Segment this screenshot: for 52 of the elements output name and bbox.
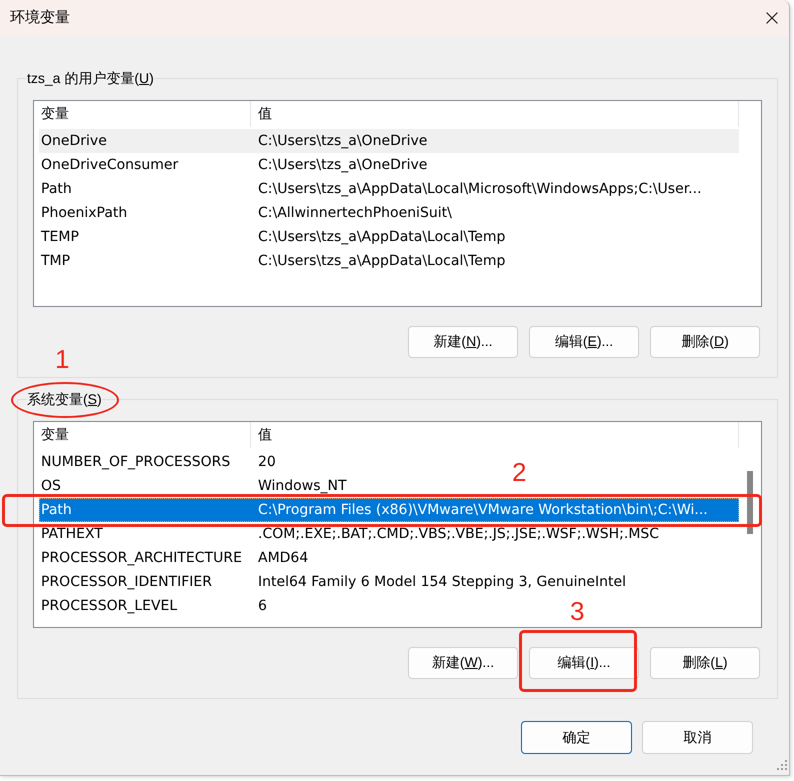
column-header[interactable]: 变量 (34, 101, 251, 127)
list-box[interactable] (33, 421, 762, 628)
ok-button[interactable]: 确定 (521, 721, 632, 754)
scrollbar-thumb[interactable] (747, 471, 753, 534)
list-box[interactable] (33, 100, 762, 307)
table-cell-text: C:\Users\tzs_a\AppData\Local\Temp (257, 252, 506, 271)
table-cell-text: OneDriveConsumer (40, 156, 180, 175)
new-button[interactable]: 新建(N)... (408, 326, 518, 358)
column-header[interactable]: 值 (251, 422, 739, 448)
table-cell-text: AMD64 (257, 549, 308, 568)
annotation-number: 3 (570, 598, 584, 624)
window-title: 环境变量 (10, 8, 70, 28)
table-cell-text: .COM;.EXE;.BAT;.CMD;.VBS;.VBE;.JS;.JSE;.WSF;.WSH;.MSC (257, 525, 660, 544)
table-cell-text: C:\Program Files (x86)\VMware\VMware Workstation\bin\;C:\Wi... (257, 501, 708, 520)
table-cell-text: 6 (257, 597, 267, 616)
table-cell-text: OneDrive (40, 132, 108, 151)
annotation-number: 1 (55, 346, 70, 372)
delete-button[interactable]: 删除(D) (650, 326, 760, 358)
table-cell-text: PROCESSOR_ARCHITECTURE (40, 549, 243, 568)
column-header[interactable]: 值 (251, 101, 739, 127)
table-cell-text: PROCESSOR_LEVEL (40, 597, 178, 616)
table-cell-text: TMP (40, 252, 72, 271)
table-cell-text: PROCESSOR_IDENTIFIER (40, 573, 213, 592)
table-cell-text: C:\Users\tzs_a\AppData\Local\Temp (257, 228, 506, 247)
table-cell-text: PATHEXT (40, 525, 104, 544)
table-cell-text: C:\Users\tzs_a\OneDrive (257, 156, 428, 175)
close-icon (766, 12, 778, 24)
table-cell-text: PhoenixPath (40, 204, 128, 223)
table-cell-text: 20 (257, 453, 276, 472)
cancel-button[interactable]: 取消 (642, 721, 753, 754)
table-cell-text: NUMBER_OF_PROCESSORS (40, 453, 232, 472)
column-header[interactable]: 变量 (34, 422, 251, 448)
group-label: tzs_a 的用户变量(U) (27, 69, 154, 87)
table-cell-text: Windows_NT (257, 477, 347, 496)
selected-row[interactable]: Path C:\Program Files (x86)\VMware\VMware Workstation\bin\;C:\Wi... (39, 498, 739, 522)
table-cell-text: OS (40, 477, 62, 496)
table-cell-text: C:\AllwinnertechPhoeniSuit\ (257, 204, 452, 223)
group-label: 系统变量(S) (27, 390, 102, 408)
table-cell-text: Path (40, 180, 73, 199)
annotation-number: 2 (512, 459, 526, 485)
delete-button[interactable]: 删除(L) (650, 647, 760, 679)
selected-row[interactable]: OneDrive C:\Users\tzs_a\OneDrive (39, 129, 739, 153)
edit-button[interactable]: 编辑(E)... (529, 326, 639, 358)
table-cell-text: C:\Users\tzs_a\AppData\Local\Microsoft\WindowsApps;C:\User... (257, 180, 702, 199)
table-cell-text: Intel64 Family 6 Model 154 Stepping 3, GenuineIntel (257, 573, 626, 592)
new-button[interactable]: 新建(W)... (408, 647, 518, 679)
close-button[interactable] (766, 12, 778, 24)
edit-button[interactable]: 编辑(I)... (529, 647, 639, 679)
table-cell-text: C:\Users\tzs_a\OneDrive (257, 132, 428, 151)
resize-grip-icon[interactable] (777, 760, 787, 770)
table-cell-text: Path (40, 501, 73, 520)
table-cell-text: TEMP (40, 228, 80, 247)
